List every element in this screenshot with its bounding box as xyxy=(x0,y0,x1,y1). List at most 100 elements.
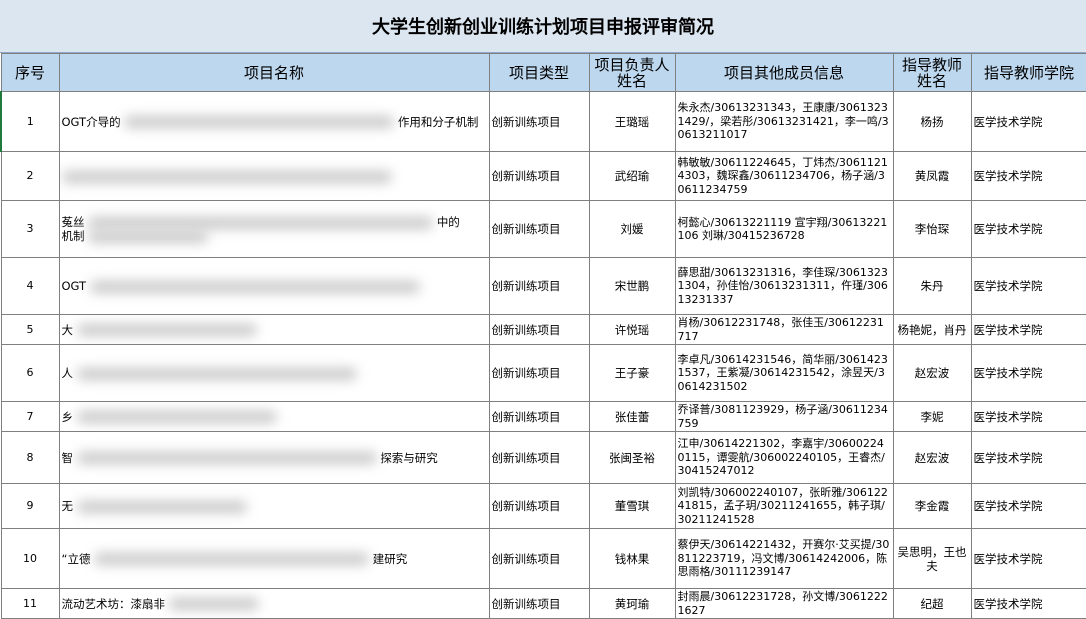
cell-index[interactable]: 2 xyxy=(0,151,60,201)
cell-project-name[interactable]: 乡 xyxy=(58,401,490,432)
cell-project-type[interactable]: 创新训练项目 xyxy=(488,151,590,201)
cell-leader[interactable]: 张闽圣裕 xyxy=(588,431,676,484)
cell-members[interactable]: 朱永杰/30613231343，王康康/30613231429/，梁若彤/306… xyxy=(674,91,894,152)
cell-members[interactable]: 韩敏敏/30611224645，丁炜杰/30611214303，魏琛鑫/3061… xyxy=(674,151,894,201)
cell-leader[interactable]: 王璐瑶 xyxy=(588,91,676,152)
header-type[interactable]: 项目类型 xyxy=(488,53,590,92)
cell-project-name[interactable]: OGT介导的 作用和分子机制 xyxy=(58,91,490,152)
header-leader[interactable]: 项目负责人姓名 xyxy=(588,53,676,92)
cell-advisor[interactable]: 朱丹 xyxy=(892,257,972,315)
cell-members[interactable]: 江申/30614221302，李嘉宇/306002240115，谭雯航/3060… xyxy=(674,431,894,484)
project-name-visible-start: 无 xyxy=(61,499,74,513)
cell-college[interactable]: 医学技术学院 xyxy=(970,401,1086,432)
cell-leader[interactable]: 黄珂瑜 xyxy=(588,588,676,619)
cell-project-type[interactable]: 创新训练项目 xyxy=(488,528,590,589)
cell-college[interactable]: 医学技术学院 xyxy=(970,151,1086,201)
cell-members[interactable]: 刘凯特/306002240107，张昕雅/30612241815，孟子玥/302… xyxy=(674,483,894,529)
cell-project-type[interactable]: 创新训练项目 xyxy=(488,91,590,152)
cell-index[interactable]: 4 xyxy=(0,257,60,315)
cell-leader[interactable]: 董雪琪 xyxy=(588,483,676,529)
project-name-visible-end: 建研究 xyxy=(372,551,408,566)
cell-index[interactable]: 10 xyxy=(0,528,60,589)
cell-project-type[interactable]: 创新训练项目 xyxy=(488,314,590,345)
redacted-text xyxy=(76,411,277,423)
table-row: 5 大 创新训练项目 许悦瑶 肖杨/30612231748，张佳玉/306122… xyxy=(0,314,1086,345)
table-row: 6 人 创新训练项目 王子豪 李卓凡/30614231546，简华丽/30614… xyxy=(0,344,1086,402)
cell-advisor[interactable]: 赵宏波 xyxy=(892,344,972,402)
redacted-text xyxy=(76,367,357,380)
cell-college[interactable]: 医学技术学院 xyxy=(970,200,1086,258)
cell-project-name[interactable] xyxy=(58,151,490,201)
header-members[interactable]: 项目其他成员信息 xyxy=(674,53,894,92)
project-name-visible-start: 流动艺术坊：漆扇非 xyxy=(61,596,166,611)
cell-advisor[interactable]: 杨艳妮，肖丹 xyxy=(892,314,972,345)
cell-project-name[interactable]: 人 xyxy=(58,344,490,402)
cell-project-name[interactable]: 大 xyxy=(58,314,490,345)
cell-members[interactable]: 李卓凡/30614231546，简华丽/30614231537，王紫凝/3061… xyxy=(674,344,894,402)
cell-project-type[interactable]: 创新训练项目 xyxy=(488,200,590,258)
cell-project-name[interactable]: 无 xyxy=(58,483,490,529)
cell-index[interactable]: 7 xyxy=(0,401,60,432)
cell-members[interactable]: 蔡伊天/30614221432，开赛尔·艾买提/30811223719，冯文博/… xyxy=(674,528,894,589)
cell-project-name[interactable]: “立德 建研究 xyxy=(58,528,490,589)
cell-advisor[interactable]: 赵宏波 xyxy=(892,431,972,484)
cell-index[interactable]: 9 xyxy=(0,483,60,529)
cell-college[interactable]: 医学技术学院 xyxy=(970,257,1086,315)
project-name-visible-end: 探索与研究 xyxy=(380,450,438,465)
cell-members[interactable]: 封雨晨/30612231728，孙文博/30612221627 xyxy=(674,588,894,619)
cell-college[interactable]: 医学技术学院 xyxy=(970,344,1086,402)
cell-project-name[interactable]: 智 探索与研究 xyxy=(58,431,490,484)
cell-project-type[interactable]: 创新训练项目 xyxy=(488,431,590,484)
cell-index[interactable]: 6 xyxy=(0,344,60,402)
table-row: 3 菟丝 中的 机制 创新训练项目 刘媛 柯懿心/30613221119 宣宇翔… xyxy=(0,200,1086,258)
redacted-text xyxy=(76,324,257,336)
sheet-title: 大学生创新创业训练计划项目申报评审简况 xyxy=(0,0,1086,53)
cell-college[interactable]: 医学技术学院 xyxy=(970,528,1086,589)
cell-members[interactable]: 乔译普/3081123929，杨子涵/30611234759 xyxy=(674,401,894,432)
cell-advisor[interactable]: 杨扬 xyxy=(892,91,972,152)
cell-project-type[interactable]: 创新训练项目 xyxy=(488,257,590,315)
cell-project-type[interactable]: 创新训练项目 xyxy=(488,344,590,402)
cell-project-name[interactable]: 菟丝 中的 机制 xyxy=(58,200,490,258)
cell-advisor[interactable]: 李妮 xyxy=(892,401,972,432)
cell-college[interactable]: 医学技术学院 xyxy=(970,91,1086,152)
cell-index[interactable]: 11 xyxy=(0,588,60,619)
table-row: 8 智 探索与研究 创新训练项目 张闽圣裕 江申/30614221302，李嘉宇… xyxy=(0,431,1086,484)
cell-project-name[interactable]: 流动艺术坊：漆扇非 xyxy=(58,588,490,619)
cell-project-type[interactable]: 创新训练项目 xyxy=(488,401,590,432)
cell-index[interactable]: 3 xyxy=(0,200,60,258)
cell-index[interactable]: 1 xyxy=(0,91,60,152)
cell-leader[interactable]: 许悦瑶 xyxy=(588,314,676,345)
cell-college[interactable]: 医学技术学院 xyxy=(970,431,1086,484)
cell-college[interactable]: 医学技术学院 xyxy=(970,588,1086,619)
cell-leader[interactable]: 宋世鹏 xyxy=(588,257,676,315)
cell-advisor[interactable]: 纪超 xyxy=(892,588,972,619)
header-name[interactable]: 项目名称 xyxy=(58,53,490,92)
cell-advisor[interactable]: 李金霞 xyxy=(892,483,972,529)
cell-project-type[interactable]: 创新训练项目 xyxy=(488,483,590,529)
header-college[interactable]: 指导教师学院 xyxy=(970,53,1086,92)
cell-leader[interactable]: 武绍瑜 xyxy=(588,151,676,201)
cell-leader[interactable]: 张佳蕾 xyxy=(588,401,676,432)
cell-members[interactable]: 肖杨/30612231748，张佳玉/30612231717 xyxy=(674,314,894,345)
cell-advisor[interactable]: 吴思明，王也夫 xyxy=(892,528,972,589)
cell-leader[interactable]: 王子豪 xyxy=(588,344,676,402)
redacted-text xyxy=(76,452,377,464)
cell-members[interactable]: 薛思甜/30613231316，李佳琛/30613231304，孙佳怡/3061… xyxy=(674,257,894,315)
header-index[interactable]: 序号 xyxy=(0,53,60,92)
cell-members[interactable]: 柯懿心/30613221119 宣宇翔/30613221106 刘琳/30415… xyxy=(674,200,894,258)
cell-leader[interactable]: 钱林果 xyxy=(588,528,676,589)
table-row: 11 流动艺术坊：漆扇非 创新训练项目 黄珂瑜 封雨晨/30612231728，… xyxy=(0,588,1086,619)
cell-project-name[interactable]: OGT xyxy=(58,257,490,315)
header-advisor[interactable]: 指导教师姓名 xyxy=(892,53,972,92)
cell-index[interactable]: 8 xyxy=(0,431,60,484)
cell-advisor[interactable]: 李怡琛 xyxy=(892,200,972,258)
cell-college[interactable]: 医学技术学院 xyxy=(970,483,1086,529)
project-name-visible-start: OGT xyxy=(61,279,87,293)
project-name-visible-start: 人 xyxy=(61,366,74,380)
cell-index[interactable]: 5 xyxy=(0,314,60,345)
cell-college[interactable]: 医学技术学院 xyxy=(970,314,1086,345)
cell-leader[interactable]: 刘媛 xyxy=(588,200,676,258)
cell-project-type[interactable]: 创新训练项目 xyxy=(488,588,590,619)
cell-advisor[interactable]: 黄凤霞 xyxy=(892,151,972,201)
